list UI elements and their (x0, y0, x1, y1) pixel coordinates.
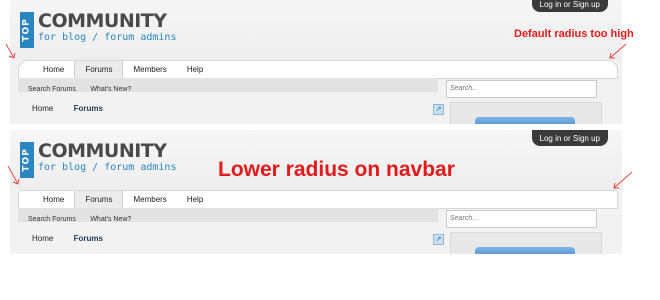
arrow-bottom-right-icon (613, 171, 633, 189)
arrow-top-right-icon (609, 43, 627, 59)
arrow-top-left-icon (5, 43, 16, 59)
annotation-arrows (5, 43, 633, 189)
arrow-bottom-left-icon (7, 165, 20, 185)
